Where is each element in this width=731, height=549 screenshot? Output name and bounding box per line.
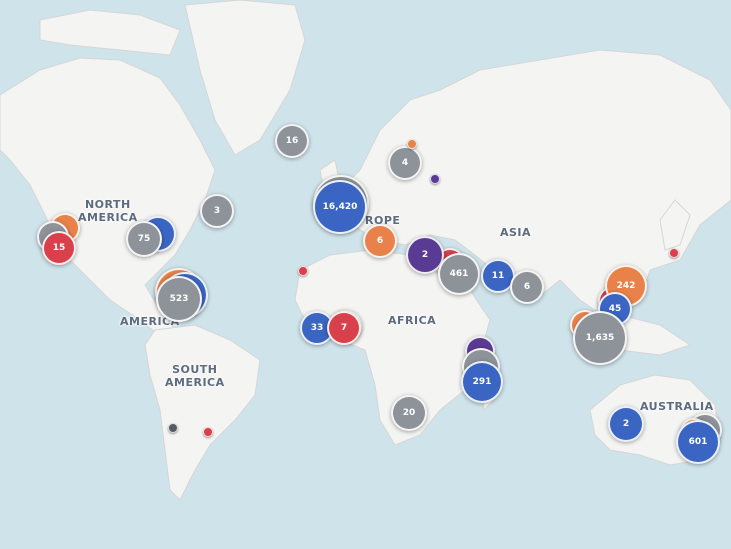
region-label-north-america: NORTH AMERICA [78, 198, 138, 224]
cluster-marker[interactable]: 601 [676, 420, 720, 464]
world-map[interactable]: NORTH AMERICA ROPE ASIA AMERICA AFRICA SO… [0, 0, 731, 549]
cluster-marker[interactable]: 6 [510, 270, 544, 304]
point-marker[interactable] [298, 266, 308, 276]
region-label-south-america: SOUTH AMERICA [165, 363, 225, 389]
cluster-marker[interactable]: 16,420 [313, 180, 367, 234]
cluster-marker[interactable]: 7 [327, 311, 361, 345]
region-label-asia: ASIA [500, 226, 532, 239]
cluster-marker[interactable]: 523 [156, 276, 202, 322]
region-label-africa: AFRICA [388, 314, 437, 327]
cluster-marker[interactable]: 291 [461, 361, 503, 403]
point-marker[interactable] [407, 139, 417, 149]
cluster-marker[interactable]: 15 [42, 231, 76, 265]
cluster-marker[interactable]: 16 [275, 124, 309, 158]
cluster-marker[interactable]: 20 [391, 395, 427, 431]
point-marker[interactable] [669, 248, 679, 258]
cluster-marker[interactable]: 2 [608, 406, 644, 442]
point-marker[interactable] [430, 174, 440, 184]
point-marker[interactable] [203, 427, 213, 437]
cluster-marker[interactable]: 461 [438, 253, 480, 295]
cluster-marker[interactable]: 1,635 [573, 311, 627, 365]
south-america-land [144, 324, 261, 501]
point-marker[interactable] [168, 423, 178, 433]
cluster-marker[interactable]: 4 [388, 146, 422, 180]
region-label-australia: AUSTRALIA [640, 400, 714, 413]
cluster-marker[interactable]: 75 [126, 221, 162, 257]
arctic-islands-land [39, 9, 181, 56]
cluster-marker[interactable]: 3 [200, 194, 234, 228]
cluster-marker[interactable]: 6 [363, 224, 397, 258]
